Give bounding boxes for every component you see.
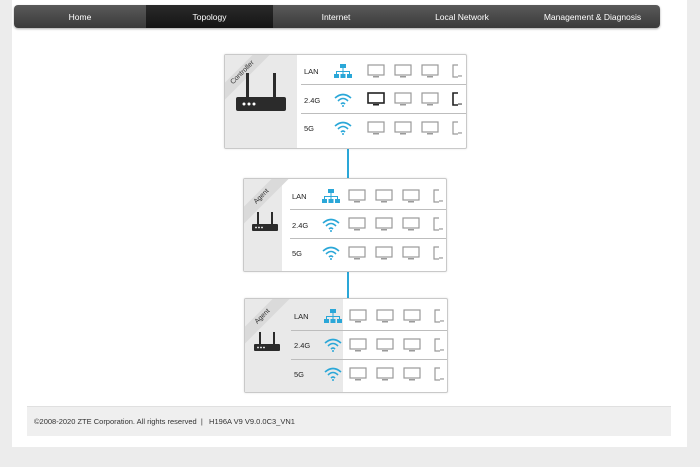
main-nav: Home Topology Internet Local Network Man… bbox=[14, 5, 660, 28]
more-devices-icon[interactable] bbox=[447, 91, 466, 107]
footer: ©2008-2020 ZTE Corporation. All rights r… bbox=[27, 406, 671, 436]
row-lan: LAN bbox=[304, 61, 354, 81]
device-slot-icon[interactable] bbox=[375, 308, 395, 324]
device-slot-icon[interactable] bbox=[348, 308, 368, 324]
wifi-icon bbox=[320, 244, 342, 262]
lan-icon bbox=[332, 62, 354, 80]
row-5g: 5G bbox=[294, 364, 344, 384]
nav-home[interactable]: Home bbox=[14, 5, 146, 28]
router-icon bbox=[254, 332, 280, 351]
device-slot-icon[interactable] bbox=[393, 120, 413, 136]
device-slot-icon[interactable] bbox=[420, 63, 440, 79]
device-slot-icon[interactable] bbox=[347, 216, 367, 232]
device-slot-icon[interactable] bbox=[401, 188, 421, 204]
nav-local-network[interactable]: Local Network bbox=[399, 5, 525, 28]
lan-icon bbox=[320, 187, 342, 205]
wifi-icon bbox=[332, 91, 354, 109]
nav-management-diagnosis[interactable]: Management & Diagnosis bbox=[525, 5, 660, 28]
wifi-icon bbox=[320, 216, 342, 234]
agent-card-2: Agent LAN 2.4G 5G bbox=[244, 298, 448, 393]
wifi-icon bbox=[322, 365, 344, 383]
device-slot-icon[interactable] bbox=[420, 91, 440, 107]
device-connected-icon[interactable] bbox=[366, 91, 386, 107]
more-devices-icon[interactable] bbox=[429, 337, 447, 353]
footer-copyright: ©2008-2020 ZTE Corporation. All rights r… bbox=[34, 417, 295, 426]
router-icon bbox=[236, 73, 286, 111]
device-slot-icon[interactable] bbox=[374, 216, 394, 232]
router-icon bbox=[252, 212, 278, 231]
device-slot-icon[interactable] bbox=[402, 337, 422, 353]
agent-card-1: Agent LAN 2.4G 5G bbox=[243, 178, 447, 272]
more-devices-icon[interactable] bbox=[429, 308, 447, 324]
device-slot-icon[interactable] bbox=[393, 91, 413, 107]
wifi-icon bbox=[322, 336, 344, 354]
device-slot-icon[interactable] bbox=[374, 245, 394, 261]
device-slot-icon[interactable] bbox=[348, 337, 368, 353]
device-slot-icon[interactable] bbox=[402, 366, 422, 382]
wifi-icon bbox=[332, 119, 354, 137]
more-devices-icon[interactable] bbox=[429, 366, 447, 382]
device-slot-icon[interactable] bbox=[375, 337, 395, 353]
device-slot-icon[interactable] bbox=[347, 188, 367, 204]
row-lan: LAN bbox=[294, 306, 344, 326]
row-5g: 5G bbox=[292, 243, 342, 263]
device-slot-icon[interactable] bbox=[347, 245, 367, 261]
more-devices-icon[interactable] bbox=[447, 63, 466, 79]
more-devices-icon[interactable] bbox=[447, 120, 466, 136]
row-lan: LAN bbox=[292, 186, 342, 206]
more-devices-icon[interactable] bbox=[428, 188, 446, 204]
device-slot-icon[interactable] bbox=[420, 120, 440, 136]
controller-card: Controller LAN 2.4G 5G bbox=[224, 54, 467, 149]
device-slot-icon[interactable] bbox=[366, 63, 386, 79]
device-slot-icon[interactable] bbox=[366, 120, 386, 136]
topology-link bbox=[347, 149, 349, 178]
device-slot-icon[interactable] bbox=[402, 308, 422, 324]
nav-internet[interactable]: Internet bbox=[273, 5, 399, 28]
nav-topology[interactable]: Topology bbox=[146, 5, 273, 28]
device-slot-icon[interactable] bbox=[401, 245, 421, 261]
device-slot-icon[interactable] bbox=[401, 216, 421, 232]
row-24g: 2.4G bbox=[294, 335, 344, 355]
lan-icon bbox=[322, 307, 344, 325]
more-devices-icon[interactable] bbox=[428, 245, 446, 261]
row-5g: 5G bbox=[304, 118, 354, 138]
topology-link bbox=[347, 272, 349, 298]
device-slot-icon[interactable] bbox=[393, 63, 413, 79]
row-24g: 2.4G bbox=[304, 90, 354, 110]
more-devices-icon[interactable] bbox=[428, 216, 446, 232]
device-slot-icon[interactable] bbox=[348, 366, 368, 382]
row-24g: 2.4G bbox=[292, 215, 342, 235]
device-slot-icon[interactable] bbox=[374, 188, 394, 204]
device-slot-icon[interactable] bbox=[375, 366, 395, 382]
